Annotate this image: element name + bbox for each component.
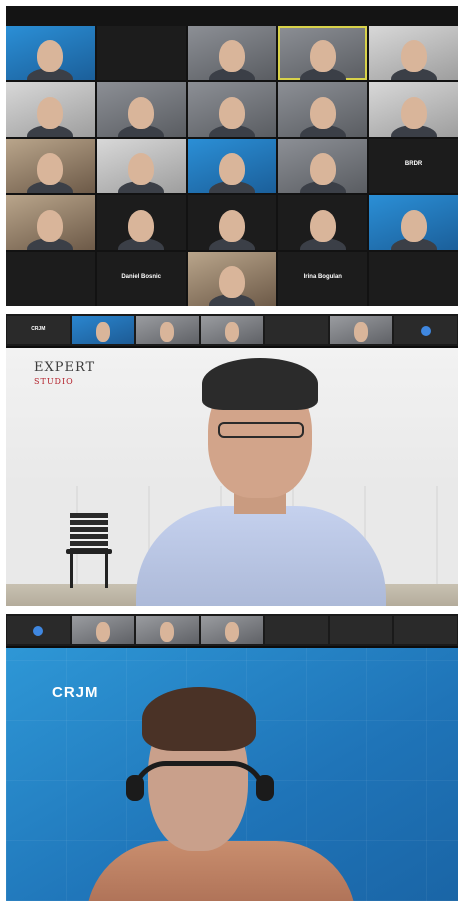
participant-head	[37, 40, 64, 73]
participant-tile[interactable]	[278, 82, 368, 137]
participant-filmstrip: CRJM	[6, 314, 458, 346]
participant-head	[400, 96, 427, 129]
participant-head	[160, 622, 175, 642]
filmstrip-tile[interactable]	[71, 616, 135, 644]
participant-tile[interactable]	[278, 195, 368, 250]
avatar-icon	[33, 626, 44, 636]
headset-earpiece	[256, 775, 274, 801]
participant-tile[interactable]	[96, 26, 186, 81]
stool-leg	[105, 553, 108, 588]
filmstrip-tile[interactable]	[394, 316, 458, 344]
participant-head	[309, 96, 336, 129]
filmstrip-tile[interactable]	[71, 316, 135, 344]
speaker-glasses	[218, 422, 304, 438]
participant-tile[interactable]	[96, 195, 186, 250]
participant-display-name: Daniel Bosnic	[121, 273, 162, 280]
filmstrip-tile[interactable]	[394, 616, 458, 644]
participant-head	[225, 322, 240, 342]
speaker-figure	[136, 358, 386, 606]
speaker-shirt	[136, 506, 386, 606]
participant-head	[225, 622, 240, 642]
participant-tile[interactable]	[6, 138, 95, 194]
studio-logo-line1: EXPERT	[34, 360, 96, 375]
participant-tile[interactable]	[96, 138, 186, 194]
participant-head	[95, 622, 110, 642]
participant-tile[interactable]	[369, 82, 458, 137]
participant-tile[interactable]	[187, 251, 277, 306]
participant-head	[218, 266, 245, 298]
filmstrip-tile[interactable]	[136, 316, 199, 344]
filmstrip-tile[interactable]	[136, 616, 199, 644]
participant-tile[interactable]	[369, 195, 458, 250]
participant-tile[interactable]	[278, 138, 368, 194]
participant-head	[354, 322, 369, 342]
participant-tile[interactable]	[369, 251, 458, 306]
participant-tile[interactable]	[187, 82, 277, 137]
participant-head	[218, 40, 245, 73]
participant-head	[128, 96, 155, 129]
participant-tile[interactable]	[6, 195, 95, 250]
participant-tile[interactable]	[6, 251, 95, 306]
book-stack	[70, 513, 108, 549]
crjm-logo: CRJM	[52, 684, 99, 701]
participant-head	[309, 153, 336, 186]
participant-tile[interactable]	[187, 138, 277, 194]
active-speaker-video: CRJM	[6, 648, 458, 901]
filmstrip-tile[interactable]	[265, 316, 328, 344]
speaker-hair	[142, 687, 256, 751]
filmstrip-tile[interactable]	[200, 616, 264, 644]
filmstrip-tile[interactable]	[329, 316, 393, 344]
studio-logo: EXPERT STUDIO	[34, 360, 95, 386]
participant-tile[interactable]	[6, 82, 95, 137]
speaker-view-panel-1: CRJM EXPERT STUDIO	[6, 314, 458, 606]
stool-leg	[70, 553, 73, 588]
participant-head	[309, 209, 336, 242]
speaker-figure	[86, 681, 356, 901]
filmstrip-tile[interactable]	[7, 616, 70, 644]
filmstrip-tile[interactable]	[200, 316, 264, 344]
participant-head	[218, 209, 245, 242]
headset-icon	[132, 761, 266, 795]
stool-with-books	[66, 513, 112, 588]
participant-display-name: BRDR	[404, 160, 423, 167]
participant-tile[interactable]	[187, 26, 277, 81]
participant-head	[218, 153, 245, 186]
participant-head	[160, 322, 175, 342]
participant-head	[37, 209, 64, 242]
crjm-logo-text: CRJM	[52, 684, 99, 701]
participant-head	[37, 153, 64, 186]
filmstrip-tile[interactable]	[265, 616, 328, 644]
participant-display-name: CRJM	[31, 326, 46, 332]
gallery-grid: BRDR Daniel Bosnic Irina Bogulan	[6, 26, 458, 306]
participant-head	[400, 40, 427, 73]
headset-earpiece	[126, 775, 144, 801]
speaker-hair	[202, 358, 318, 410]
participant-head	[400, 209, 427, 242]
participant-tile[interactable]: Irina Bogulan	[278, 251, 368, 306]
active-speaker-video: EXPERT STUDIO	[6, 348, 458, 606]
participant-tile[interactable]	[96, 82, 186, 137]
speaker-view-panel-2: CRJM	[6, 614, 458, 901]
participant-tile[interactable]	[369, 26, 458, 81]
participant-tile[interactable]	[6, 26, 95, 81]
filmstrip-tile[interactable]	[329, 616, 393, 644]
studio-logo-line2: STUDIO	[34, 377, 74, 386]
participant-head	[95, 322, 110, 342]
speaker-shirt	[86, 841, 356, 901]
participant-tile[interactable]	[187, 195, 277, 250]
participant-filmstrip	[6, 614, 458, 646]
participant-head	[128, 209, 155, 242]
gallery-top-bar	[6, 6, 458, 26]
participant-tile[interactable]	[278, 26, 368, 81]
gallery-panel: BRDR Daniel Bosnic Irina Bogulan	[6, 6, 458, 306]
participant-tile[interactable]: BRDR	[369, 138, 458, 194]
participant-display-name: Irina Bogulan	[303, 273, 342, 280]
filmstrip-tile[interactable]: CRJM	[7, 316, 70, 344]
avatar-icon	[420, 326, 431, 336]
participant-head	[37, 96, 64, 129]
participant-head	[218, 96, 245, 129]
participant-head	[309, 40, 336, 73]
participant-head	[128, 153, 155, 186]
participant-tile[interactable]: Daniel Bosnic	[96, 251, 186, 306]
